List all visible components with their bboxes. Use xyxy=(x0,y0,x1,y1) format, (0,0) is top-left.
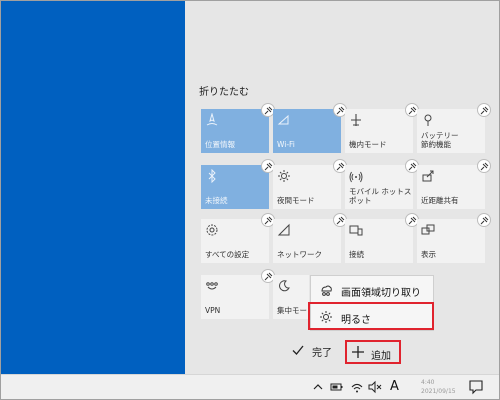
battery-icon[interactable] xyxy=(330,380,344,394)
chevron-up-icon[interactable] xyxy=(311,380,325,394)
notification-icon[interactable] xyxy=(468,379,484,395)
tile-label: 表示 xyxy=(421,250,436,259)
unpin-icon[interactable] xyxy=(477,103,491,117)
connect-icon xyxy=(349,225,363,236)
clock-time: 4:40 xyxy=(421,379,435,386)
tile-label: 接続 xyxy=(349,250,364,259)
quick-action-tile[interactable]: 近距離共有 xyxy=(417,159,491,209)
unpin-icon[interactable] xyxy=(477,159,491,173)
tile-label: バッテリー 節約機能 xyxy=(421,131,459,149)
unpin-icon[interactable] xyxy=(477,213,491,227)
tile-label: 集中モー xyxy=(277,306,307,315)
tile-label: 近距離共有 xyxy=(421,196,459,205)
wifi-icon[interactable] xyxy=(350,380,364,394)
screen-snip-icon xyxy=(321,285,332,296)
screen-frame: 折りたたむ 位置情報 Wi-Fi 機内モード バッテリー 節約機能未接続 夜間モード モバ… xyxy=(0,0,500,400)
menu-item-screen-snip[interactable]: 画面領域切り取り xyxy=(311,277,433,303)
quick-action-tile[interactable]: ネットワーク xyxy=(273,213,347,263)
quick-action-tile[interactable]: 表示 xyxy=(417,213,491,263)
vpn-icon xyxy=(206,282,218,290)
settings-icon xyxy=(206,224,218,236)
add-button[interactable]: 追加 xyxy=(345,340,401,364)
add-label: 追加 xyxy=(371,351,391,362)
checkmark-icon xyxy=(292,345,304,355)
quick-action-tile[interactable]: 接続 xyxy=(345,213,419,263)
clock-date: 2021/09/15 xyxy=(421,388,456,395)
collapse-link[interactable]: 折りたたむ xyxy=(199,83,249,98)
tile-label: すべての設定 xyxy=(205,250,250,259)
quick-action-tile[interactable]: 集中モー xyxy=(273,275,309,319)
hotspot-icon xyxy=(349,171,363,183)
wifi-icon xyxy=(277,114,289,125)
done-label: 完了 xyxy=(312,348,332,359)
tile-label: 夜間モード xyxy=(277,196,315,205)
plus-icon xyxy=(352,346,364,358)
taskbar: A 4:40 2021/09/15 xyxy=(1,374,499,399)
focus-assist-icon xyxy=(279,280,290,292)
tile-label: 未接続 xyxy=(205,196,228,205)
tile-label: モバイル ホットス ポット xyxy=(349,187,412,205)
highlight-frame xyxy=(308,302,434,330)
tile-label: ネットワーク xyxy=(277,250,322,259)
night-light-icon xyxy=(278,170,290,182)
menu-item-label: 画面領域切り取り xyxy=(341,288,421,299)
quick-action-tile[interactable]: モバイル ホットス ポット xyxy=(345,159,419,209)
mute-volume-icon[interactable] xyxy=(368,380,382,394)
airplane-icon xyxy=(351,114,361,126)
bluetooth-icon xyxy=(208,169,216,183)
quick-action-tile[interactable]: すべての設定 xyxy=(201,213,275,263)
project-icon xyxy=(421,224,435,235)
battery-saver-icon xyxy=(424,114,432,126)
quick-action-tile[interactable]: バッテリー 節約機能 xyxy=(417,103,491,153)
tile-label: 位置情報 xyxy=(205,140,235,149)
tile-label: Wi-Fi xyxy=(277,140,295,149)
quick-action-tile[interactable]: 未接続 xyxy=(201,159,275,209)
tile-label: 機内モード xyxy=(349,140,387,149)
nearby-share-icon xyxy=(422,170,434,182)
tile-label: VPN xyxy=(205,306,221,315)
location-icon xyxy=(206,113,218,126)
network-icon xyxy=(277,223,290,236)
quick-action-tile[interactable]: VPN xyxy=(201,269,275,319)
quick-action-tile[interactable]: 位置情報 xyxy=(201,103,275,153)
quick-action-tile[interactable]: 夜間モード xyxy=(273,159,347,209)
clock[interactable]: 4:40 2021/09/15 xyxy=(419,378,457,396)
quick-action-tile[interactable]: 機内モード xyxy=(345,103,419,153)
quick-action-tile[interactable]: Wi-Fi xyxy=(273,103,347,153)
ime-indicator[interactable]: A xyxy=(390,379,399,394)
desktop-background xyxy=(1,1,185,374)
